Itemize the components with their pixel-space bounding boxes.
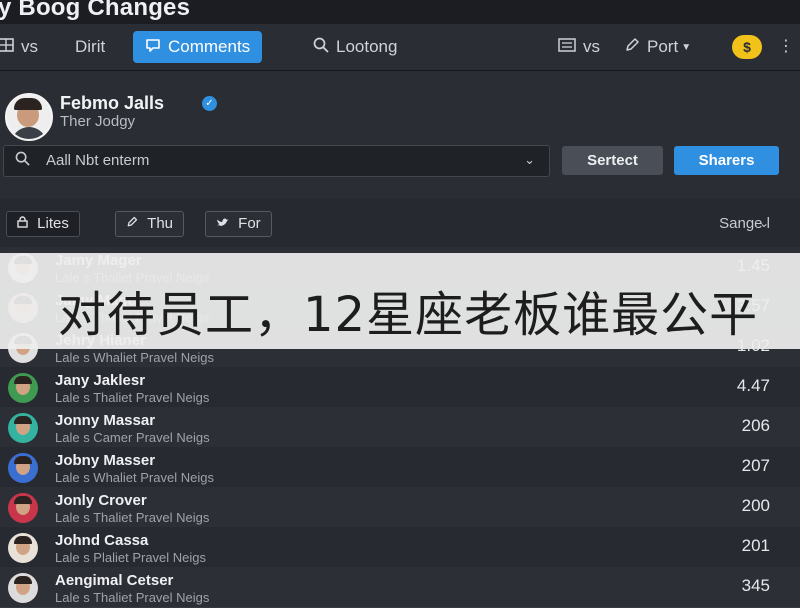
avatar <box>8 573 38 603</box>
profile-name: Febmo Jalls <box>60 93 165 113</box>
caret-down-icon: ▼ <box>681 41 692 53</box>
profile-header: Febmo Jalls ✓ Ther Jodgy Aall Nbt enterm… <box>0 71 800 199</box>
pencil-icon <box>126 215 142 232</box>
avatar <box>8 413 38 443</box>
avatar <box>5 93 53 141</box>
list-item[interactable]: Aengimal Cetser Lale s Thaliet Pravel Nei… <box>0 567 800 608</box>
search-icon <box>313 37 329 58</box>
overlay-banner: 对待员工，12星座老板谁最公平 <box>0 253 800 349</box>
list-item[interactable]: Jonny Massar Lale s Camer Pravel Neigs 206 <box>0 407 800 448</box>
list-item-value: 4.47 <box>736 376 770 395</box>
chevron-down-icon[interactable]: ⌄ <box>759 216 769 230</box>
profile-subtitle: Ther Jodgy <box>60 113 136 130</box>
toolbar-label: vs <box>21 37 38 56</box>
comment-icon <box>145 37 161 58</box>
filter-chip-for[interactable]: For <box>205 211 272 237</box>
list-item-subtitle: Lale s Plaliet Pravel Neigs <box>55 550 207 565</box>
share-button[interactable]: Sharers <box>674 146 779 175</box>
tab-lootong[interactable]: Lootong <box>313 33 397 61</box>
list-item-name: Johnd Cassa <box>55 532 149 549</box>
list-item-value: 200 <box>741 496 770 515</box>
list-item-subtitle: Lale s Thaliet Pravel Neigs <box>55 510 210 525</box>
toolbar-label: vs <box>583 37 600 56</box>
list-item-subtitle: Lale s Thaliet Pravel Neigs <box>55 590 210 605</box>
list-item[interactable]: Jobny Masser Lale s Whaliet Pravel Neigs 2… <box>0 447 800 488</box>
list-item-subtitle: Lale s Thaliet Pravel Neigs <box>55 390 210 405</box>
select-button[interactable]: Sertect <box>562 146 663 175</box>
filter-chip-thu[interactable]: Thu <box>115 211 185 237</box>
toolbar-label: Dirit <box>75 37 106 56</box>
list-item-name: Jany Jaklesr <box>55 372 146 389</box>
toolbar-edit-button[interactable]: Dirit <box>75 33 105 61</box>
list-item-subtitle: Lale s Whaliet Pravel Neigs <box>55 350 214 365</box>
more-menu-icon[interactable]: ⋮ <box>778 35 794 59</box>
chip-label: For <box>238 215 261 232</box>
filter-chip-lites[interactable]: Lites <box>6 211 80 237</box>
overlay-caption: 对待员工，12星座老板谁最公平 <box>58 287 759 343</box>
search-input[interactable]: Aall Nbt enterm ⌄ <box>3 145 550 177</box>
toolbar-label: Port <box>647 37 679 56</box>
search-placeholder: Aall Nbt enterm <box>46 152 150 169</box>
lock-icon <box>17 215 32 232</box>
list-item-value: 201 <box>741 536 770 555</box>
tab-label: Lootong <box>336 37 398 56</box>
grid-icon <box>0 37 14 57</box>
avatar <box>8 493 38 523</box>
list-item-value: 345 <box>741 576 770 595</box>
avatar <box>8 373 38 403</box>
list-item-value: 206 <box>741 416 770 435</box>
search-icon <box>15 151 30 170</box>
app-title: y Boog Changes <box>0 0 191 21</box>
list-item-name: Jonny Massar <box>55 412 156 429</box>
tab-comments[interactable]: Comments <box>133 31 263 63</box>
verified-badge-icon: ✓ <box>202 96 217 111</box>
toolbar-list-button[interactable]: vs <box>558 33 600 61</box>
list-item-name: Aengimal Cetser <box>55 572 174 589</box>
list-item[interactable]: Jany Jaklesr Lale s Thaliet Pravel Neigs 4… <box>0 367 800 408</box>
list-item[interactable]: Johnd Cassa Lale s Plaliet Pravel Neigs 20… <box>0 527 800 568</box>
chip-label: Thu <box>147 215 174 232</box>
bird-icon <box>216 215 233 232</box>
avatar <box>8 453 38 483</box>
tab-label: Comments <box>168 37 251 56</box>
toolbar-port-dropdown[interactable]: Port ▼ <box>624 33 691 61</box>
title-bar: y Boog Changes <box>0 0 800 24</box>
avatar <box>8 533 38 563</box>
list-item-subtitle: Lale s Camer Pravel Neigs <box>55 430 210 445</box>
list-item-name: Jobny Masser <box>55 452 156 469</box>
list-item-name: Jonly Crover <box>55 492 147 509</box>
list-item-value: 207 <box>741 456 770 475</box>
coin-button[interactable]: $ <box>732 35 762 59</box>
chevron-down-icon: ⌄ <box>524 152 535 167</box>
chip-label: Lites <box>37 215 69 232</box>
filter-bar: Lites Thu For Sange l ⌄ <box>0 199 800 247</box>
list-item[interactable]: Jonly Crover Lale s Thaliet Pravel Neigs 2… <box>0 487 800 528</box>
toolbar-grid-button[interactable]: vs <box>0 33 38 61</box>
pencil-icon <box>624 37 640 58</box>
list-icon <box>558 37 576 57</box>
list-item-subtitle: Lale s Whaliet Pravel Neigs <box>55 470 214 485</box>
